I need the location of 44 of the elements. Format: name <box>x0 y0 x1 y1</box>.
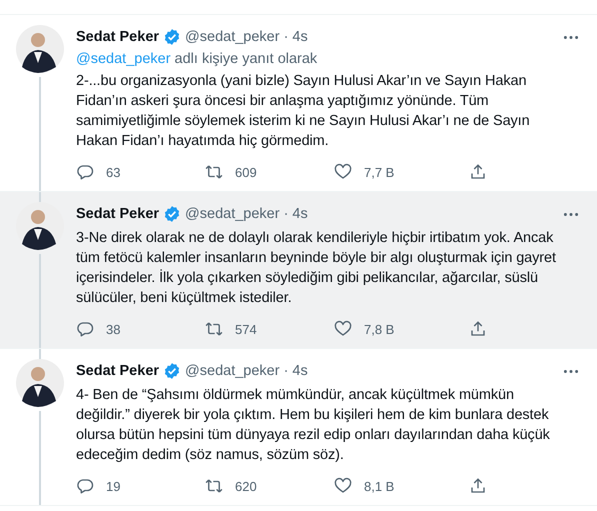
separator-dot: · <box>284 363 288 379</box>
tweet-card[interactable] <box>0 349 597 506</box>
author-handle[interactable]: @sedat_peker <box>185 206 280 222</box>
reply-context: adlı kişiye yanıt olarak <box>174 51 318 67</box>
retweet-count: 620 <box>235 478 257 494</box>
author-name[interactable]: Sedat Peker <box>76 363 160 379</box>
like-count: 7,7 B <box>364 164 394 180</box>
like-count: 7,8 B <box>364 322 394 336</box>
like-count: 8,1 B <box>364 478 394 494</box>
more-options-icon[interactable] <box>563 368 579 374</box>
tweet-text: 4- Ben de “Şahsımı öldürmek mümkündür, ancak küçültmek mümkün değildir.” diyerek bir yola çıktım. Hem bu kişileri hem de kim bunlara destek olursa bütün hepsini tüm dünyaya rezil edip onları dayılarından daha küçük edeceğim dedim (söz namus, sözüm söz). <box>76 386 551 465</box>
timestamp[interactable]: 4s <box>292 363 308 379</box>
heart-icon[interactable] <box>334 163 352 181</box>
retweet-count: 574 <box>235 322 257 336</box>
tweet-text: 3-Ne direk olarak ne de dolaylı olarak kendileriyle hiçbir irtibatım yok. Ancak tüm fetöcü kalemler insanların beyninde böyle bir algı oluşturmak için gayret içerisindeler. İlk yola çıkarken söylediğim gibi pelikancılar, ağarcılar, süslü sülücüler, beni küçültmek istediler. <box>76 229 557 308</box>
author-handle[interactable]: @sedat_peker <box>185 29 280 45</box>
tweet-card[interactable] <box>0 192 597 349</box>
reply-count: 19 <box>106 478 120 494</box>
comment-icon[interactable] <box>76 320 94 338</box>
separator-dot: · <box>284 29 288 45</box>
reply-count: 38 <box>106 322 120 336</box>
comment-icon[interactable] <box>76 163 94 181</box>
comment-icon[interactable] <box>76 477 94 495</box>
separator-dot: · <box>284 206 288 222</box>
author-name[interactable]: Sedat Peker <box>76 29 160 45</box>
share-icon[interactable] <box>469 163 487 181</box>
retweet-icon[interactable] <box>205 477 223 495</box>
heart-icon[interactable] <box>334 320 352 338</box>
more-options-icon[interactable] <box>563 34 579 40</box>
tweet-text: 2-...bu organizasyonla (yani bizle) Sayın Hulusi Akar’ın ve Sayın Hakan Fidan’ın askeri şura öncesi bir anlaşma yaptığımız yönünde. Tüm samimiyetliğimle söylemek isterim ki ne Sayın Hulusi Akar’ı ne de Sayın Hakan Fidan’ı hayatımda hiç görmedim. <box>76 72 531 151</box>
avatar[interactable] <box>16 359 64 407</box>
avatar[interactable] <box>16 25 64 73</box>
retweet-icon[interactable] <box>205 320 223 338</box>
author-name[interactable]: Sedat Peker <box>76 206 160 222</box>
share-icon[interactable] <box>469 477 487 495</box>
author-handle[interactable]: @sedat_peker <box>185 363 280 379</box>
share-icon[interactable] <box>469 320 487 338</box>
retweet-icon[interactable] <box>205 163 223 181</box>
more-options-icon[interactable] <box>563 212 579 216</box>
timestamp[interactable]: 4s <box>292 29 308 45</box>
timestamp[interactable]: 4s <box>292 206 308 222</box>
reply-count: 63 <box>106 164 120 180</box>
retweet-count: 609 <box>235 164 257 180</box>
heart-icon[interactable] <box>334 477 352 495</box>
